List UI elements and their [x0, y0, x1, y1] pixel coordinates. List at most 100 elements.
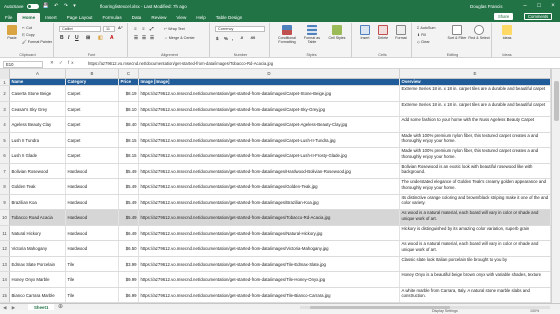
cell-category[interactable]: Hardwood — [66, 241, 119, 256]
italic-icon[interactable]: I — [68, 35, 69, 41]
fill-color-icon[interactable]: ◧ — [98, 35, 103, 41]
find-select-button[interactable]: Find & Select — [468, 25, 490, 40]
bold-icon[interactable]: B — [60, 35, 64, 41]
clear-button[interactable]: ◇ Clear — [417, 40, 430, 44]
header-cell-name[interactable]: Name — [10, 79, 66, 85]
comma-icon[interactable]: , — [232, 36, 233, 41]
cell-image[interactable]: https://az79612.vo.msecnd.net/documentat… — [139, 101, 400, 116]
percent-icon[interactable]: % — [224, 36, 228, 41]
align-right-icon[interactable]: ☰ — [150, 35, 154, 41]
grow-font-icon[interactable]: A⁺ — [118, 25, 123, 30]
cell-image[interactable]: https://az79612.vo.msecnd.net/documentat… — [139, 163, 400, 178]
cell-overview[interactable]: As wood is a natural material, each boar… — [400, 210, 551, 225]
cell-price[interactable]: $6.99 — [119, 287, 139, 302]
row-header[interactable]: 5 — [0, 132, 10, 147]
display-settings-button[interactable]: Display Settings — [432, 309, 458, 313]
cell-price[interactable]: $8.10 — [119, 101, 139, 116]
cell-category[interactable]: Hardwood — [66, 179, 119, 194]
cell-overview[interactable]: Classic slate look Italian porcelain til… — [400, 256, 551, 271]
cell-overview[interactable]: Hickory is distinguished by its amazing … — [400, 225, 551, 240]
cell-price[interactable]: $5.49 — [119, 194, 139, 209]
cell-name[interactable]: Tobacco Road Acacia — [10, 210, 66, 225]
cell-overview[interactable]: A white marble from Carrara, Italy. A na… — [400, 287, 551, 302]
horizontal-scroll-thumb[interactable] — [310, 306, 450, 309]
cell-name[interactable]: Lush II Glade — [10, 148, 66, 163]
cut-button[interactable]: ✂ Cut — [22, 26, 32, 30]
row-header[interactable]: 8 — [0, 179, 10, 194]
cell-price[interactable]: $5.49 — [119, 163, 139, 178]
cell-price[interactable]: $8.15 — [119, 148, 139, 163]
underline-icon[interactable]: U — [75, 35, 79, 41]
cell-name[interactable]: Edmax Slate Porcelain — [10, 256, 66, 271]
cell-image[interactable]: https://az79612.vo.msecnd.net/documentat… — [139, 117, 400, 132]
column-header-a[interactable]: A — [10, 69, 66, 79]
cell-image[interactable]: https://az79612.vo.msecnd.net/documentat… — [139, 256, 400, 271]
number-format-select[interactable]: Currency — [215, 26, 265, 32]
column-header-b[interactable]: B — [66, 69, 119, 79]
autosum-button[interactable]: Σ AutoSum — [417, 26, 435, 30]
row-header[interactable]: 4 — [0, 117, 10, 132]
tab-insert[interactable]: Insert — [40, 13, 62, 22]
cell-name[interactable]: Bianco Carrara Marble — [10, 287, 66, 302]
vertical-scrollbar[interactable] — [551, 69, 560, 303]
cell-image[interactable]: https://az79612.vo.msecnd.net/documentat… — [139, 241, 400, 256]
cell-price[interactable]: $8.15 — [119, 132, 139, 147]
borders-icon[interactable]: ⊞ — [86, 35, 90, 41]
cell-image[interactable]: https://az79612.vo.msecnd.net/documentat… — [139, 132, 400, 147]
cell-name[interactable]: Natural Hickory — [10, 225, 66, 240]
row-header[interactable]: 10 — [0, 210, 10, 225]
user-name[interactable]: Douglas Francis — [470, 4, 503, 9]
cell-name[interactable]: Ceasar's Sky Grey — [10, 101, 66, 116]
column-header-e[interactable]: E — [400, 69, 551, 79]
formula-input[interactable]: https://az79612.vo.msecnd.net/documentat… — [88, 61, 553, 68]
cell-price[interactable]: $9.99 — [119, 272, 139, 287]
cell-price[interactable]: $3.99 — [119, 256, 139, 271]
name-box[interactable]: E10 — [3, 60, 43, 68]
cell-overview[interactable]: As wood is a natural material, each boar… — [400, 241, 551, 256]
middle-align-icon[interactable]: ≡ — [142, 26, 145, 31]
cell-image[interactable]: https://az79612.vo.msecnd.net/documentat… — [139, 194, 400, 209]
tab-formulas[interactable]: Formulas — [97, 13, 126, 22]
format-as-table-button[interactable]: Format as Table — [300, 25, 324, 44]
row-header[interactable]: 11 — [0, 225, 10, 240]
cell-category[interactable]: Carpet — [66, 86, 119, 101]
cell-price[interactable]: $8.40 — [119, 117, 139, 132]
tab-help[interactable]: Help — [191, 13, 210, 22]
font-color-icon[interactable]: A — [110, 35, 114, 41]
cell-category[interactable]: Carpet — [66, 148, 119, 163]
tab-table-design[interactable]: Table Design — [211, 13, 248, 22]
row-header[interactable]: 3 — [0, 101, 10, 116]
fill-button[interactable]: ⬇ Fill — [417, 33, 426, 37]
cell-category[interactable]: Tile — [66, 272, 119, 287]
cell-price[interactable]: $5.49 — [119, 210, 139, 225]
row-header[interactable]: 13 — [0, 256, 10, 271]
minimize-icon[interactable]: – — [518, 0, 532, 12]
sort-filter-button[interactable]: Sort & Filter — [446, 25, 468, 40]
format-painter-button[interactable]: 🖌 Format Painter — [22, 40, 52, 44]
column-header-d[interactable]: D — [139, 69, 400, 79]
orientation-icon[interactable]: ⤢ — [150, 26, 154, 31]
tab-page-layout[interactable]: Page Layout — [62, 13, 98, 22]
cell-name[interactable]: Honey Onyx Marble — [10, 272, 66, 287]
cell-image[interactable]: https://az79612.vo.msecnd.net/documentat… — [139, 179, 400, 194]
cell-name[interactable]: Caserta Stone Beige — [10, 86, 66, 101]
top-align-icon[interactable]: ≡ — [134, 26, 137, 31]
zoom-level[interactable]: 100% — [530, 309, 539, 313]
cell-image[interactable]: https://az79612.vo.msecnd.net/documentat… — [139, 148, 400, 163]
delete-cells-button[interactable]: Delete — [374, 25, 392, 40]
header-cell-overview[interactable]: Overview — [400, 79, 551, 85]
cell-name[interactable]: Ageless Beauty Clay — [10, 117, 66, 132]
column-header-c[interactable]: C — [119, 69, 139, 79]
header-cell-price[interactable]: Price — [119, 79, 139, 85]
cell-category[interactable]: Hardwood — [66, 225, 119, 240]
cell-category[interactable]: Hardwood — [66, 163, 119, 178]
vertical-scroll-thumb[interactable] — [554, 81, 559, 121]
header-cell-image[interactable]: Image [Image] — [139, 79, 400, 85]
format-cells-button[interactable]: Format — [392, 25, 410, 40]
tab-review[interactable]: Review — [146, 13, 171, 22]
cell-overview[interactable]: The understated elegance of Golden Teak'… — [400, 179, 551, 194]
cell-price[interactable]: $6.50 — [119, 241, 139, 256]
cell-category[interactable]: Carpet — [66, 101, 119, 116]
autosave-toggle[interactable] — [26, 3, 39, 9]
row-header[interactable]: 14 — [0, 272, 10, 287]
